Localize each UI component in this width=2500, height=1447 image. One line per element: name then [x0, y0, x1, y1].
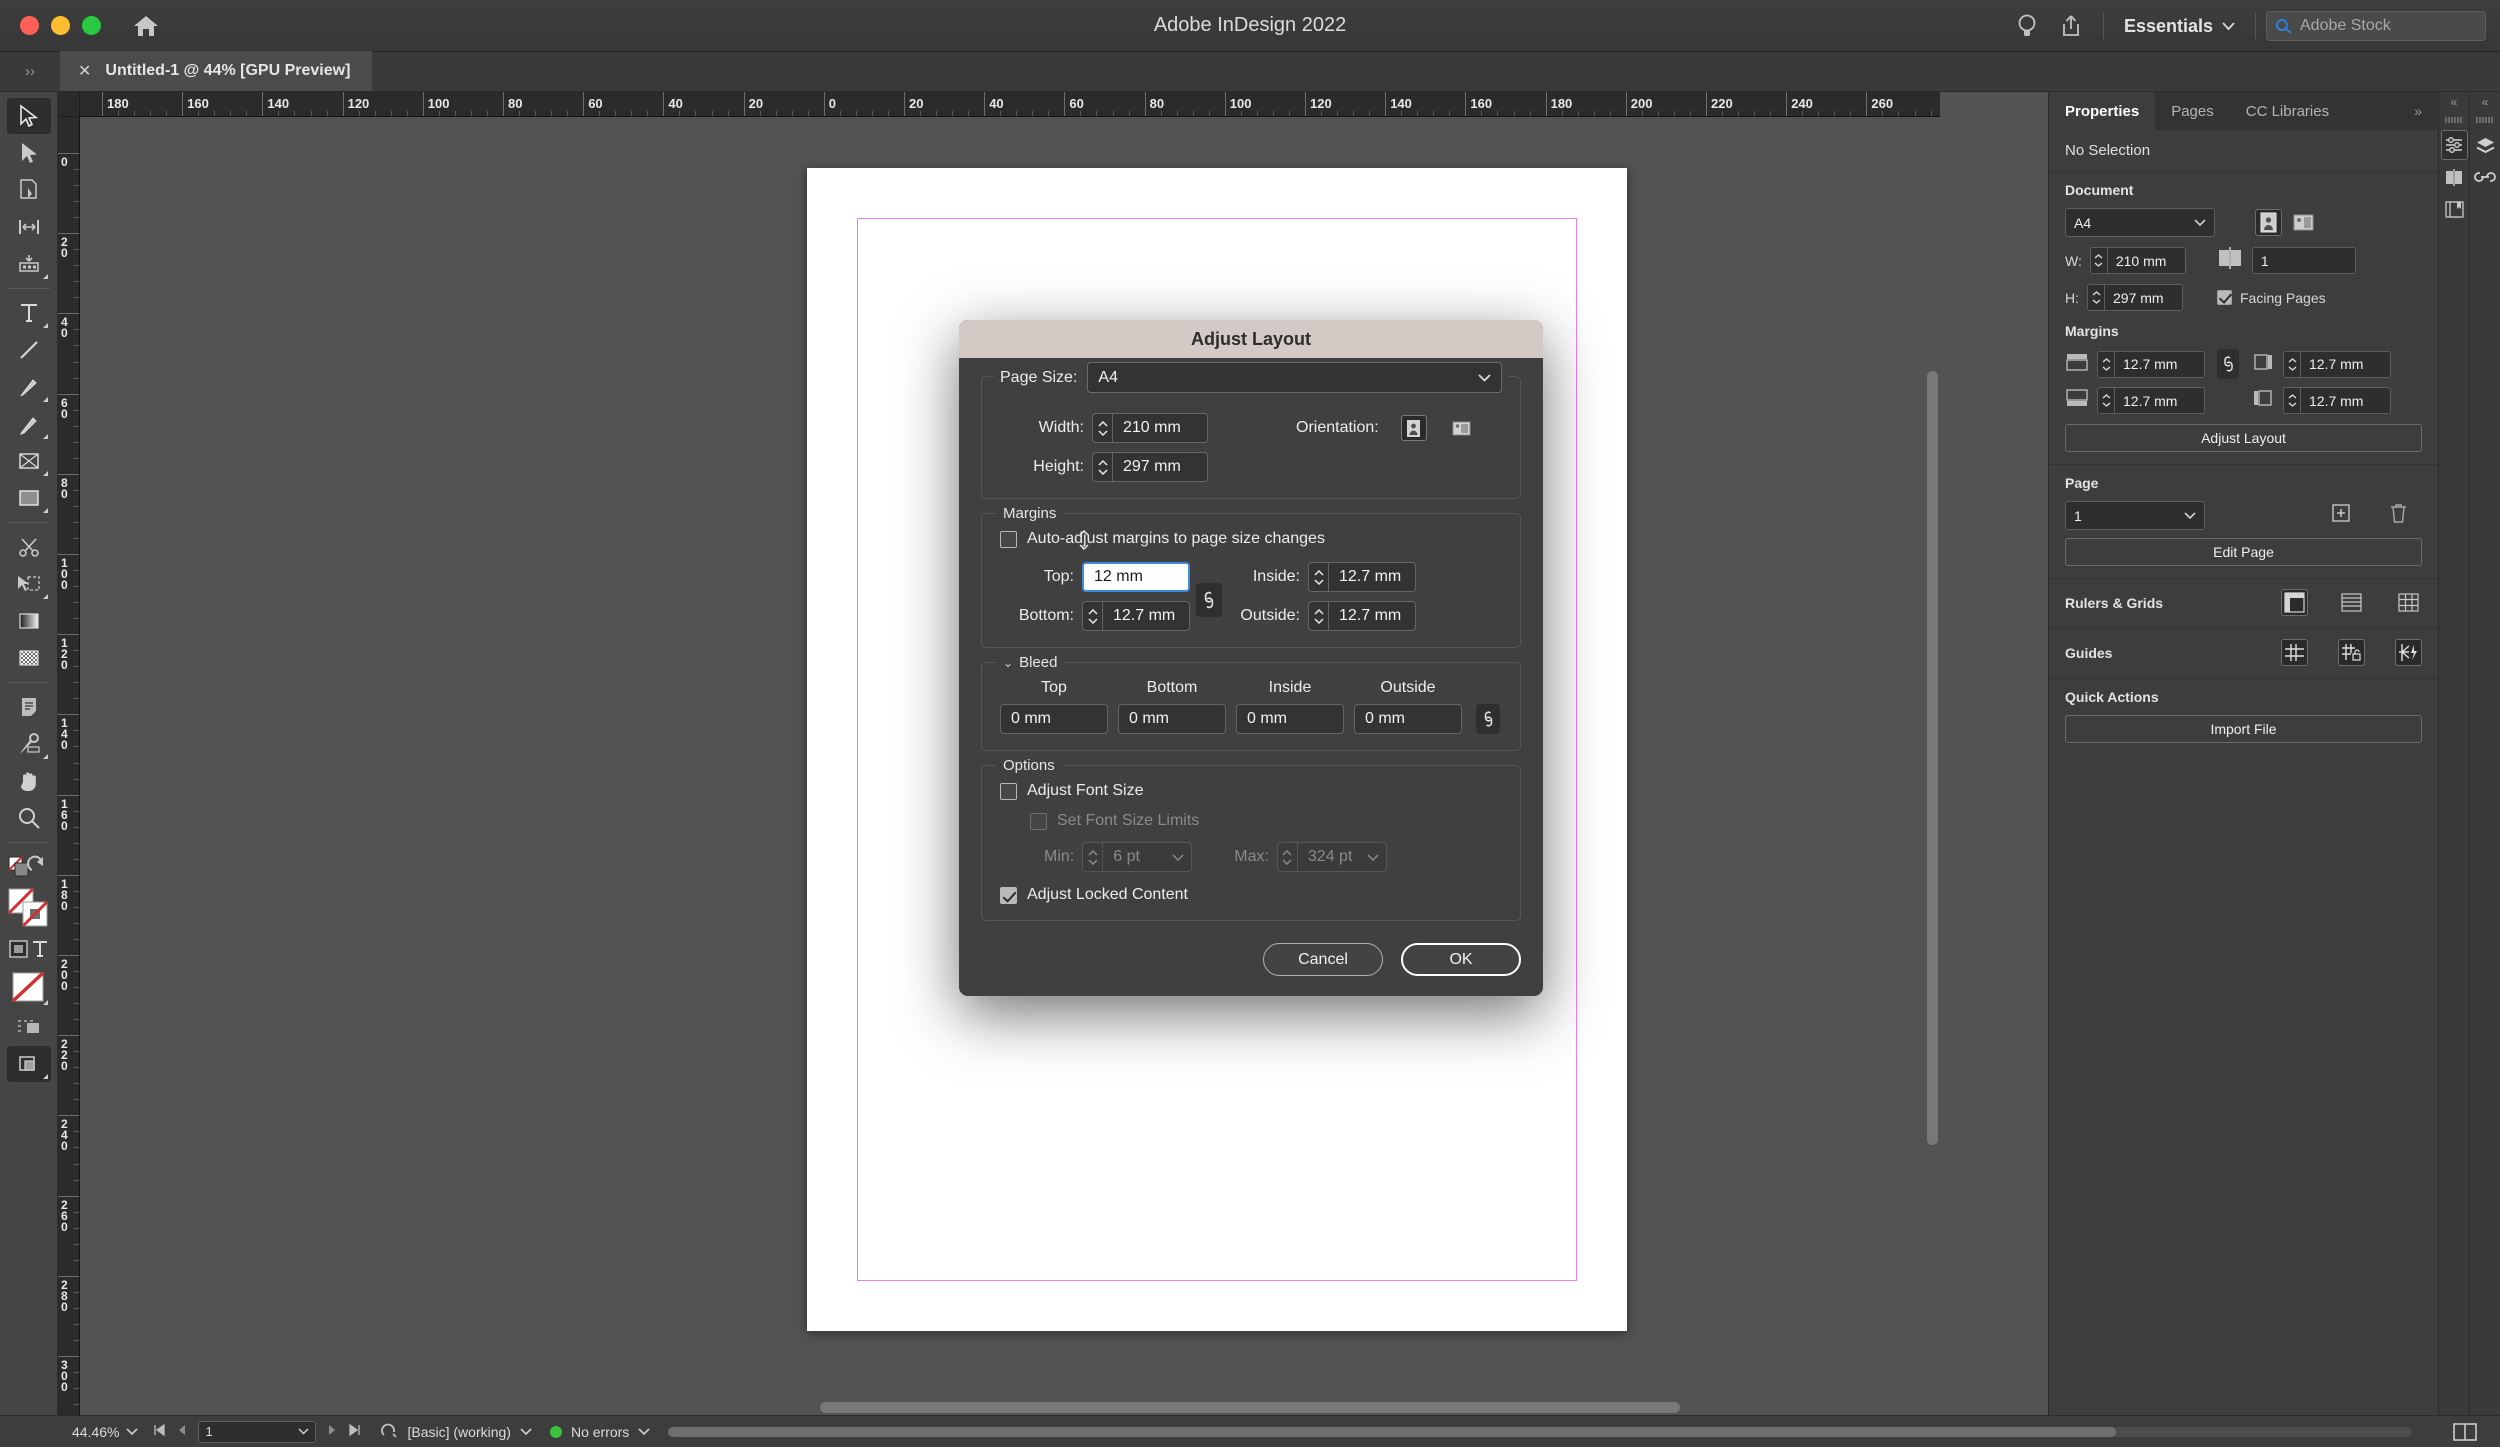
margin-top-value: 12 mm — [1094, 568, 1143, 585]
height-label: Height: — [1033, 458, 1084, 475]
margin-inside-value: 12.7 mm — [1339, 568, 1402, 585]
ok-button[interactable]: OK — [1401, 943, 1521, 976]
adjust-locked-content-checkbox[interactable] — [1000, 886, 1017, 904]
bleed-header-outside: Outside — [1380, 679, 1436, 696]
max-font-size-label: Max: — [1234, 848, 1269, 865]
indesign-window: Adobe InDesign 2022 Essentials Adobe Sto… — [0, 0, 2500, 1447]
dialog-height-field[interactable]: 297 mm — [1092, 452, 1208, 482]
link-margins-icon[interactable] — [1196, 583, 1222, 617]
orientation-landscape-button[interactable] — [1449, 415, 1475, 441]
margin-outside-value: 12.7 mm — [1339, 607, 1402, 624]
min-font-size-label: Min: — [1044, 848, 1075, 865]
dialog-width-field[interactable]: 210 mm — [1092, 413, 1208, 443]
margins-group-label: Margins — [996, 505, 1064, 522]
height-stepper[interactable] — [1093, 453, 1113, 481]
max-font-size-value: 324 pt — [1307, 848, 1353, 865]
bleed-top-field[interactable]: 0 mm — [1000, 704, 1108, 734]
bleed-group-label[interactable]: ⌄ Bleed — [996, 654, 1065, 671]
bleed-outside-value: 0 mm — [1365, 710, 1405, 727]
bleed-group: ⌄ Bleed Top Bottom Inside Outside 0 mm 0 … — [981, 654, 1521, 751]
bleed-bottom-field[interactable]: 0 mm — [1118, 704, 1226, 734]
chevron-down-icon — [1478, 373, 1491, 382]
margin-inside-stepper[interactable] — [1309, 563, 1329, 591]
adjust-font-size-checkbox[interactable] — [1000, 782, 1017, 800]
link-bleed-icon[interactable] — [1476, 704, 1500, 734]
set-font-size-limits-checkbox[interactable] — [1030, 812, 1047, 830]
margin-top-label: Top: — [1043, 568, 1074, 585]
bleed-header-bottom: Bottom — [1146, 679, 1198, 696]
margin-inside-field[interactable]: 12.7 mm — [1308, 562, 1416, 592]
margin-top-stepper[interactable] — [1079, 523, 1089, 550]
max-font-stepper[interactable] — [1278, 843, 1298, 871]
width-stepper[interactable] — [1093, 414, 1113, 442]
bleed-outside-field[interactable]: 0 mm — [1354, 704, 1462, 734]
min-font-stepper[interactable] — [1083, 843, 1104, 871]
set-font-size-limits-label: Set Font Size Limits — [1057, 812, 1200, 829]
options-group: Options Adjust Font Size Set Font Size L… — [981, 757, 1521, 921]
margin-top-field[interactable]: 12 mm — [1082, 562, 1190, 592]
dialog-width-value: 210 mm — [1123, 419, 1181, 436]
margin-inside-label: Inside: — [1252, 568, 1300, 585]
bleed-header-top: Top — [1041, 679, 1067, 696]
bleed-inside-field[interactable]: 0 mm — [1236, 704, 1344, 734]
auto-adjust-margins-label: Auto-adjust margins to page size changes — [1027, 530, 1325, 547]
min-font-size-field[interactable]: 6 pt — [1082, 842, 1193, 872]
page-size-group: Page Size: A4 Width: 210 mm Orientation:… — [981, 362, 1521, 499]
orientation-label: Orientation: — [1296, 419, 1379, 436]
margin-outside-label: Outside: — [1240, 607, 1300, 624]
margin-outside-field[interactable]: 12.7 mm — [1308, 601, 1416, 631]
dialog-height-value: 297 mm — [1123, 458, 1181, 475]
bleed-bottom-value: 0 mm — [1129, 710, 1169, 727]
margin-bottom-value: 12.7 mm — [1113, 607, 1176, 624]
min-font-size-value: 6 pt — [1113, 848, 1140, 865]
margin-bottom-field[interactable]: 12.7 mm — [1082, 601, 1190, 631]
bleed-top-value: 0 mm — [1011, 710, 1051, 727]
adjust-font-size-label: Adjust Font Size — [1027, 782, 1144, 799]
margin-outside-stepper[interactable] — [1309, 602, 1329, 630]
adjust-layout-dialog: Adjust Layout Page Size: A4 Width: 210 m… — [959, 320, 1543, 996]
margin-bottom-label: Bottom: — [1018, 607, 1074, 624]
chevron-down-icon[interactable]: ⌄ — [1003, 656, 1013, 670]
chevron-down-icon — [1172, 853, 1184, 861]
dialog-title: Adjust Layout — [959, 320, 1543, 358]
orientation-portrait-button[interactable] — [1400, 415, 1427, 441]
chevron-down-icon — [1367, 853, 1379, 861]
margins-group: Margins Auto-adjust margins to page size… — [981, 505, 1521, 648]
max-font-size-field[interactable]: 324 pt — [1276, 842, 1387, 872]
bleed-label-text: Bleed — [1019, 654, 1058, 671]
page-size-value: A4 — [1098, 368, 1118, 386]
bleed-inside-value: 0 mm — [1247, 710, 1287, 727]
bleed-header-inside: Inside — [1268, 679, 1312, 696]
cancel-button[interactable]: Cancel — [1263, 943, 1383, 976]
auto-adjust-margins-checkbox[interactable] — [1000, 530, 1017, 548]
page-size-select[interactable]: A4 — [1087, 362, 1502, 393]
dialog-actions: Cancel OK — [981, 943, 1521, 976]
margin-bottom-stepper[interactable] — [1083, 602, 1103, 630]
width-label: Width: — [1038, 419, 1084, 436]
page-size-label: Page Size: — [1000, 368, 1078, 386]
adjust-locked-content-label: Adjust Locked Content — [1027, 886, 1188, 903]
options-group-label: Options — [996, 757, 1062, 774]
